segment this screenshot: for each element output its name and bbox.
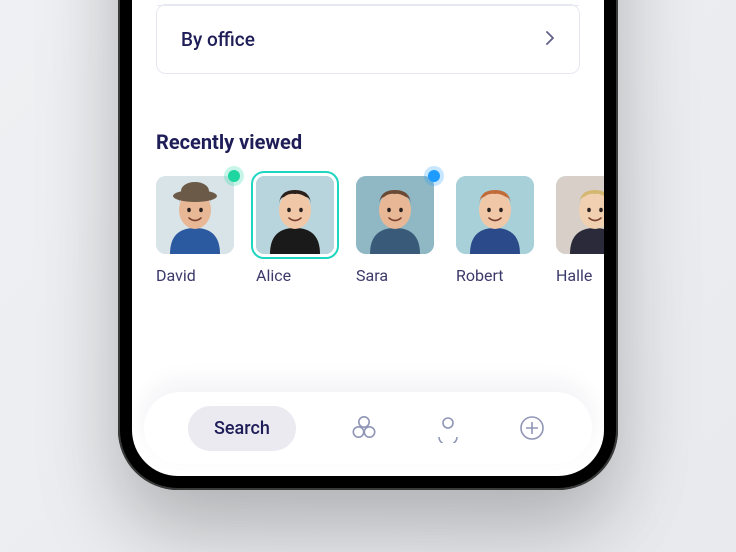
person-name: Alice [256, 266, 334, 285]
recently-viewed-list[interactable]: David Alice Sara [156, 176, 580, 285]
groups-icon[interactable] [348, 412, 380, 444]
filter-card: By office [156, 4, 580, 74]
person-name: David [156, 266, 234, 285]
person-card[interactable]: Sara [356, 176, 434, 285]
person-name: Robert [456, 266, 534, 285]
person-name: Sara [356, 266, 434, 285]
avatar [556, 176, 604, 254]
avatar [156, 176, 234, 254]
person-name: Halle [556, 266, 604, 285]
recently-viewed-title: Recently viewed [156, 130, 580, 154]
screen: By office Recently viewed David [132, 0, 604, 476]
person-card[interactable]: Robert [456, 176, 534, 285]
person-card[interactable]: David [156, 176, 234, 285]
status-dot-green [228, 170, 240, 182]
avatar [256, 176, 334, 254]
filter-row-by-office[interactable]: By office [157, 5, 579, 73]
chevron-right-icon [545, 30, 555, 50]
person-card[interactable]: Alice [256, 176, 334, 285]
avatar [356, 176, 434, 254]
tab-bar: Search [144, 392, 592, 464]
status-dot-blue [428, 170, 440, 182]
person-card[interactable]: Halle [556, 176, 604, 285]
filter-row-label: By office [181, 28, 255, 51]
phone-frame: By office Recently viewed David [118, 0, 618, 490]
add-icon[interactable] [516, 412, 548, 444]
profile-icon[interactable] [432, 412, 464, 444]
avatar [456, 176, 534, 254]
tab-search[interactable]: Search [188, 406, 296, 451]
